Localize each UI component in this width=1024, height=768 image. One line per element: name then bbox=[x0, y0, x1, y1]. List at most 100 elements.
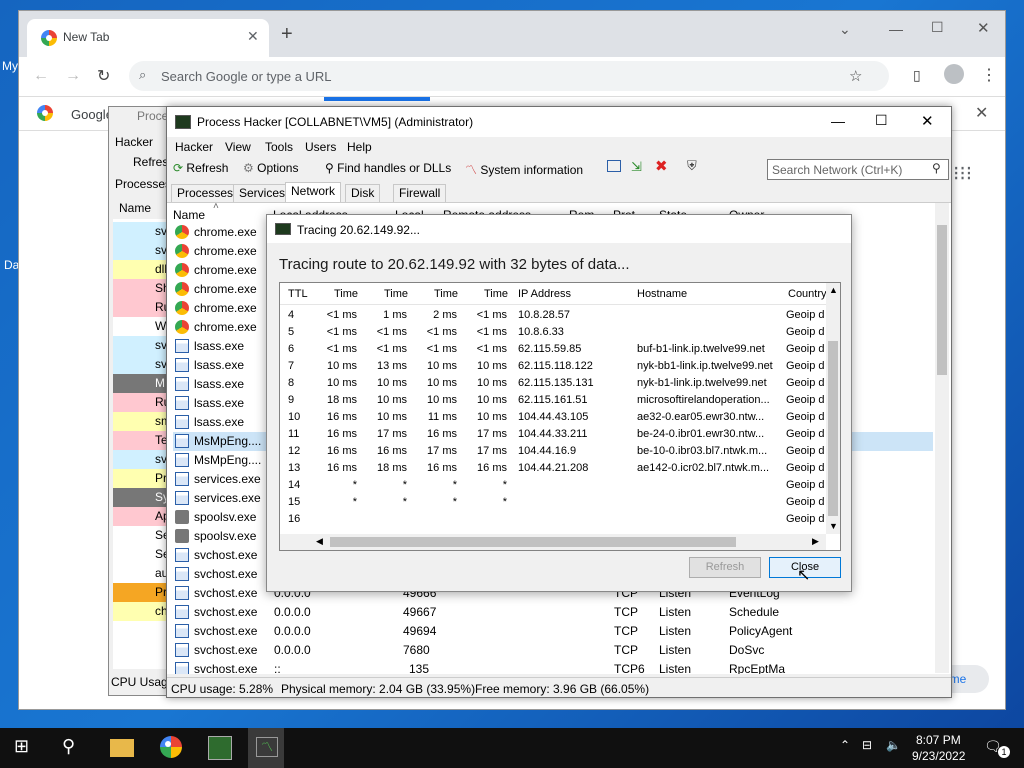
vertical-scrollbar[interactable]: ▲ ▼ bbox=[826, 283, 840, 534]
table-row[interactable]: 4 <1 ms 1 ms 2 ms <1 ms 10.8.28.57 Geoip d bbox=[280, 307, 826, 324]
bg-row[interactable]: Ru bbox=[113, 298, 170, 317]
table-row[interactable]: 7 10 ms 13 ms 10 ms 10 ms 62.115.118.122 nyk-b… bbox=[280, 358, 826, 375]
scrollbar-thumb[interactable] bbox=[828, 341, 838, 516]
tab-network[interactable]: Network bbox=[285, 182, 342, 202]
tab-processes[interactable]: Processes bbox=[171, 184, 240, 202]
bg-row[interactable]: M bbox=[113, 374, 169, 393]
table-row[interactable]: svchost.exe 0.0.0.0 49694 TCP Listen PolicyAg… bbox=[173, 622, 933, 641]
close-button[interactable]: ✕ bbox=[977, 19, 990, 37]
reload-icon[interactable]: ↻ bbox=[97, 66, 110, 86]
window-arrow-icon[interactable]: ⇲ bbox=[631, 159, 642, 175]
table-row[interactable]: 6 <1 ms <1 ms <1 ms <1 ms 62.115.59.85 buf-b1-… bbox=[280, 341, 826, 358]
column-ttl[interactable]: TTL bbox=[288, 288, 308, 300]
close-button[interactable]: ✕ bbox=[921, 112, 934, 130]
system-information-button[interactable]: 〽 System information bbox=[465, 161, 583, 178]
menu-view[interactable]: View bbox=[225, 140, 251, 154]
table-row[interactable]: 13 16 ms 18 ms 16 ms 16 ms 104.44.21.208 ae142… bbox=[280, 460, 826, 477]
bg-row[interactable]: Ru bbox=[113, 393, 170, 412]
minimize-button[interactable]: — bbox=[889, 21, 903, 37]
table-row[interactable]: 10 16 ms 10 ms 11 ms 10 ms 104.44.43.105 ae32-… bbox=[280, 409, 826, 426]
menu-icon[interactable]: ⋮ bbox=[981, 65, 997, 85]
bg-row[interactable]: ch bbox=[113, 602, 169, 621]
maximize-button[interactable]: ☐ bbox=[931, 19, 944, 36]
new-tab-button[interactable]: + bbox=[281, 23, 293, 46]
table-row[interactable]: 9 18 ms 10 ms 10 ms 10 ms 62.115.161.51 micros… bbox=[280, 392, 826, 409]
maximize-button[interactable]: ☐ bbox=[875, 112, 888, 129]
clock-date[interactable]: 9/23/2022 bbox=[912, 749, 965, 763]
scrollbar-thumb[interactable] bbox=[330, 537, 736, 547]
bg-row[interactable]: W bbox=[113, 317, 169, 336]
terminate-icon[interactable]: ✖ bbox=[655, 157, 668, 175]
bg-menu-hacker[interactable]: Hacker bbox=[115, 135, 153, 149]
desktop-icon-label[interactable]: My bbox=[2, 59, 18, 73]
bg-row[interactable]: Pr bbox=[113, 469, 169, 488]
column-ip-address[interactable]: IP Address bbox=[518, 288, 571, 300]
table-row[interactable]: 14 * * * * Geoip d bbox=[280, 477, 826, 494]
table-row[interactable]: 12 16 ms 16 ms 17 ms 17 ms 104.44.16.9 be-10-0… bbox=[280, 443, 826, 460]
column-time[interactable]: Time bbox=[484, 288, 508, 300]
bg-row[interactable]: Se bbox=[113, 526, 170, 545]
table-row[interactable]: svchost.exe 0.0.0.0 49667 TCP Listen Schedule bbox=[173, 603, 933, 622]
tab-firewall[interactable]: Firewall bbox=[393, 184, 447, 202]
bg-row[interactable]: sv bbox=[113, 450, 169, 469]
find-handles-button[interactable]: ⚲ Find handles or DLLs bbox=[325, 161, 451, 175]
close-tab-icon[interactable]: ✕ bbox=[247, 28, 259, 45]
bg-row[interactable]: sv bbox=[113, 222, 169, 241]
minimize-button[interactable]: — bbox=[831, 113, 845, 129]
chevron-up-icon[interactable]: ⌃ bbox=[840, 738, 850, 752]
scrollbar-thumb[interactable] bbox=[937, 225, 947, 375]
bg-row[interactable]: sv bbox=[113, 241, 169, 260]
column-time[interactable]: Time bbox=[434, 288, 458, 300]
bg-row[interactable]: Se bbox=[113, 545, 170, 564]
forward-icon[interactable]: → bbox=[65, 67, 81, 85]
bg-row[interactable]: sv bbox=[113, 336, 169, 355]
bg-refresh[interactable]: Refres bbox=[133, 155, 168, 169]
chrome-icon[interactable] bbox=[160, 736, 182, 758]
bg-row[interactable]: Pr bbox=[113, 583, 169, 602]
bookmark-google[interactable]: Google bbox=[71, 107, 113, 122]
bg-row[interactable]: Te bbox=[113, 431, 169, 450]
table-row[interactable]: 11 16 ms 17 ms 16 ms 17 ms 104.44.33.211 be-24… bbox=[280, 426, 826, 443]
network-icon[interactable]: ⊟ bbox=[862, 738, 872, 752]
bg-tab-processes[interactable]: Processes bbox=[115, 177, 171, 191]
dialog-title-bar[interactable]: Tracing 20.62.149.92... bbox=[267, 215, 851, 243]
browser-tab[interactable]: New Tab ✕ bbox=[27, 19, 269, 57]
search-icon[interactable]: ⚲ bbox=[62, 736, 86, 760]
bg-row[interactable]: dll bbox=[113, 260, 169, 279]
table-row[interactable]: svchost.exe 0.0.0.0 7680 TCP Listen DoSvc bbox=[173, 641, 933, 660]
shield-icon[interactable]: ⛨ bbox=[687, 158, 697, 174]
table-row[interactable]: 8 10 ms 10 ms 10 ms 10 ms 62.115.135.131 nyk-b… bbox=[280, 375, 826, 392]
bg-row[interactable]: Sh bbox=[113, 279, 170, 298]
terminal-icon[interactable] bbox=[208, 736, 232, 760]
scroll-left-icon[interactable]: ◀ bbox=[316, 536, 323, 547]
profile-icon[interactable] bbox=[944, 64, 964, 84]
bg-row[interactable]: sm bbox=[113, 412, 171, 431]
menu-users[interactable]: Users bbox=[305, 140, 336, 154]
refresh-button[interactable]: Refresh bbox=[689, 557, 761, 578]
scrollbar[interactable] bbox=[935, 203, 949, 673]
refresh-button[interactable]: ⟳ Refresh bbox=[173, 161, 228, 175]
scroll-down-icon[interactable]: ▼ bbox=[829, 521, 838, 531]
bg-row[interactable]: Sy bbox=[113, 488, 169, 507]
omnibox[interactable]: ⌕ Search Google or type a URL ☆ bbox=[129, 61, 889, 91]
column-time[interactable]: Time bbox=[334, 288, 358, 300]
column-hostname[interactable]: Hostname bbox=[637, 288, 687, 300]
search-network-input[interactable]: Search Network (Ctrl+K) ⚲ bbox=[767, 159, 949, 180]
tab-services[interactable]: Services bbox=[233, 184, 292, 202]
bg-row[interactable]: sv bbox=[113, 355, 169, 374]
apps-grid-icon[interactable]: ⁝⁝⁝ bbox=[953, 161, 972, 186]
column-name[interactable]: Name bbox=[173, 208, 205, 222]
start-icon[interactable]: ⊞ bbox=[14, 736, 38, 760]
close-bar-icon[interactable]: ✕ bbox=[975, 103, 988, 123]
menu-help[interactable]: Help bbox=[347, 140, 372, 154]
horizontal-scrollbar[interactable]: ◀ ▶ bbox=[280, 534, 826, 550]
tab-search-icon[interactable]: ⌄ bbox=[839, 21, 851, 38]
scroll-up-icon[interactable]: ▲ bbox=[829, 285, 838, 295]
options-button[interactable]: ⚙ Options bbox=[243, 161, 298, 175]
bg-row[interactable]: au bbox=[113, 564, 169, 583]
bookmark-star-icon[interactable]: ☆ bbox=[849, 67, 862, 85]
side-panel-icon[interactable]: ▯ bbox=[913, 67, 921, 84]
table-row[interactable]: 16 Geoip d bbox=[280, 511, 826, 528]
window-icon[interactable] bbox=[607, 160, 621, 172]
menu-hacker[interactable]: Hacker bbox=[175, 140, 213, 154]
